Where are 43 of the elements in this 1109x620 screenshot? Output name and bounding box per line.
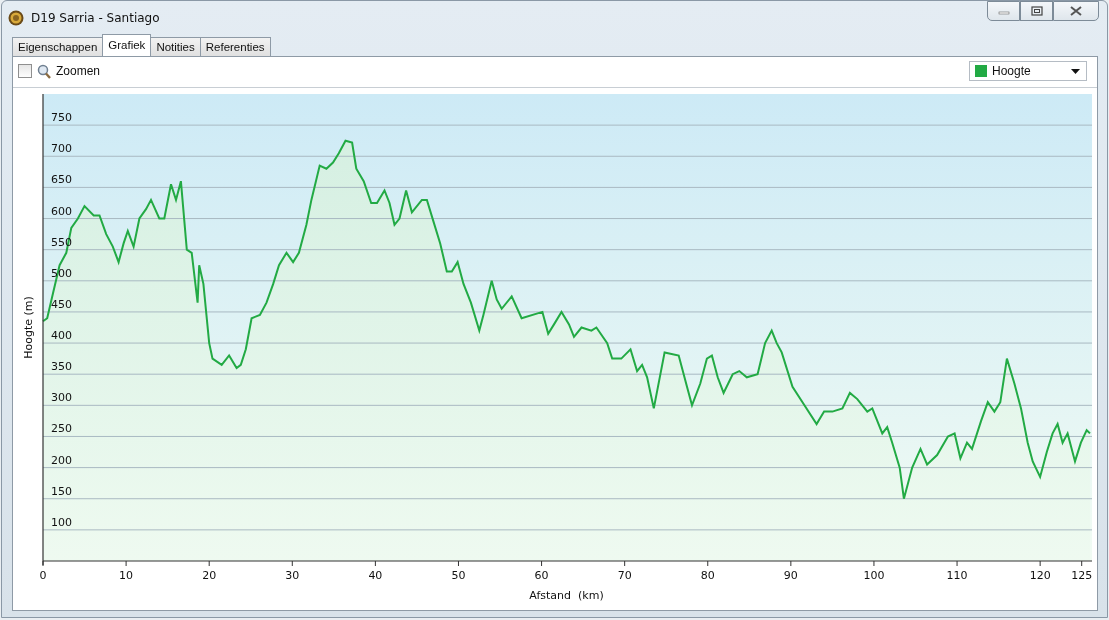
- x-tick-label: 10: [119, 569, 134, 582]
- x-tick-label: 20: [202, 569, 217, 582]
- close-button[interactable]: [1053, 1, 1099, 21]
- y-tick-label: 150: [51, 484, 72, 498]
- close-icon: [1069, 6, 1083, 16]
- tab[interactable]: Grafiek: [102, 34, 152, 56]
- y-tick-label: 350: [51, 360, 72, 374]
- zoom-checkbox[interactable]: [18, 64, 32, 78]
- caret-icon: [1071, 68, 1080, 74]
- y-tick-label: 200: [51, 453, 72, 467]
- y-tick-label: 450: [51, 297, 72, 311]
- y-tick-label: 750: [51, 111, 72, 125]
- series-dropdown[interactable]: Hoogte: [969, 61, 1087, 81]
- y-axis-title: Hoogte (m): [22, 296, 35, 359]
- x-tick-label: 30: [285, 569, 300, 582]
- app-icon: [8, 9, 24, 26]
- y-tick-label: 400: [51, 329, 72, 343]
- x-tick-label: 110: [946, 569, 968, 582]
- window-title: D19 Sarria - Santiago: [31, 10, 160, 25]
- y-tick-label: 100: [51, 515, 72, 529]
- x-tick-label: 70: [617, 569, 632, 582]
- x-tick-label: 80: [700, 569, 715, 582]
- tab[interactable]: Notities: [150, 37, 201, 56]
- magnifier-icon: [37, 63, 51, 79]
- zoom-label: Zoomen: [56, 64, 101, 78]
- y-tick-label: 600: [51, 204, 72, 218]
- y-tick-label: 650: [51, 173, 72, 187]
- maximize-button[interactable]: [1020, 1, 1053, 21]
- tab[interactable]: Eigenschappen: [12, 37, 104, 56]
- x-tick-label: 0: [39, 569, 47, 582]
- x-tick-label: 90: [783, 569, 798, 582]
- maximize-icon: [1030, 6, 1043, 16]
- y-tick-label: 250: [51, 422, 72, 436]
- x-axis-title: Afstand (km): [529, 589, 604, 602]
- x-tick-label: 50: [451, 569, 466, 582]
- x-tick-label: 125: [1071, 569, 1093, 582]
- x-tick-label: 60: [534, 569, 549, 582]
- tab[interactable]: Referenties: [199, 37, 271, 56]
- y-tick-label: 700: [51, 142, 72, 156]
- x-tick-label: 120: [1029, 569, 1051, 582]
- y-tick-label: 300: [51, 391, 72, 405]
- x-tick-label: 100: [863, 569, 885, 582]
- x-tick-label: 40: [368, 569, 383, 582]
